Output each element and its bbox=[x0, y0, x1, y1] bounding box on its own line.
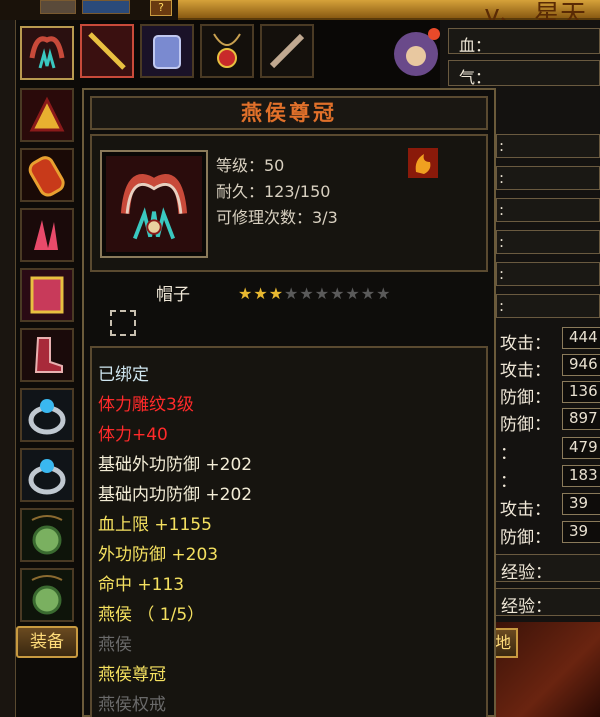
star-empty-icon: ★ bbox=[299, 284, 315, 303]
star-empty-icon: ★ bbox=[360, 284, 377, 303]
misc-stat: ： 183 bbox=[498, 464, 600, 492]
attribute-line: 燕侯尊冠 bbox=[98, 665, 166, 685]
item-large-icon bbox=[100, 150, 208, 258]
attack-stat: 攻击： 444 bbox=[498, 326, 600, 354]
qi-field: 气： bbox=[448, 60, 600, 87]
stat-colon-row: : bbox=[496, 230, 600, 254]
blade-slot[interactable] bbox=[80, 24, 134, 78]
attribute-line: 命中 +113 bbox=[98, 575, 185, 595]
fire-element-icon bbox=[408, 148, 438, 178]
attribute-line: 燕侯 （ 1/5） bbox=[98, 605, 205, 625]
jade-pendant-icon bbox=[22, 510, 72, 560]
helmet-icon bbox=[22, 28, 72, 78]
help-button[interactable]: ? bbox=[150, 0, 172, 16]
dagger-icon bbox=[262, 26, 312, 76]
necklace-icon bbox=[202, 26, 252, 76]
stat-colon-row: : bbox=[496, 198, 600, 222]
ring2-slot[interactable] bbox=[20, 448, 74, 502]
ring-icon bbox=[22, 450, 72, 500]
top-bar: ? v、 星天 bbox=[0, 0, 600, 30]
portrait-mini-icon bbox=[40, 0, 76, 14]
star-empty-icon: ★ bbox=[345, 284, 361, 303]
boots-slot[interactable] bbox=[20, 328, 74, 382]
bracer-icon bbox=[22, 150, 72, 200]
item-durability: 耐久：123/150 bbox=[216, 182, 331, 201]
item-header: 等级：50 耐久：123/150 可修理次数：3/3 bbox=[90, 134, 488, 272]
bracer-slot[interactable] bbox=[20, 148, 74, 202]
boots-icon bbox=[22, 330, 72, 380]
star-rating: ★★★★★★★★★★ bbox=[238, 284, 391, 303]
attribute-line: 体力+40 bbox=[98, 425, 168, 445]
defense-stat: 防御： 39 bbox=[498, 520, 600, 548]
star-filled-icon: ★ bbox=[268, 284, 285, 303]
amulet1-slot[interactable] bbox=[20, 508, 74, 562]
star-empty-icon: ★ bbox=[284, 284, 300, 303]
attribute-line: 燕侯 bbox=[98, 635, 132, 655]
hp-field: 血： bbox=[448, 28, 600, 55]
glove-slot[interactable] bbox=[20, 208, 74, 262]
armor-top-slot[interactable] bbox=[140, 24, 194, 78]
item-attributes: 已绑定体力雕纹3级 体力+40 基础外功防御 +202 基础内功防御 +202 血上限 … bbox=[90, 346, 488, 717]
attribute-line: 体力雕纹3级 bbox=[98, 395, 194, 415]
armor-icon bbox=[22, 270, 72, 320]
equipment-tab[interactable]: 装备 bbox=[16, 626, 78, 658]
bag-mini-icon[interactable] bbox=[82, 0, 130, 14]
item-tooltip: 燕侯尊冠 等级：50 耐久：123/150 可修理次数：3/3 帽子 ★★★★★… bbox=[82, 88, 496, 717]
hp-label: 血： bbox=[459, 36, 492, 55]
item-name: 燕侯尊冠 bbox=[241, 100, 337, 125]
equipment-slot-column bbox=[16, 20, 80, 717]
empty-socket bbox=[110, 310, 136, 336]
item-level: 等级：50 bbox=[216, 156, 285, 175]
left-rail bbox=[0, 20, 16, 717]
attribute-line: 基础外功防御 +202 bbox=[98, 455, 253, 475]
necklace-slot[interactable] bbox=[200, 24, 254, 78]
title-banner: v、 星天 bbox=[178, 0, 600, 30]
attack-stat: 攻击： 946 bbox=[498, 353, 600, 381]
item-title-bar: 燕侯尊冠 bbox=[90, 96, 488, 130]
attribute-line: 血上限 +1155 bbox=[98, 515, 212, 535]
stat-colon-row: : bbox=[496, 294, 600, 318]
defense-stat: 防御： 136 bbox=[498, 380, 600, 408]
star-empty-icon: ★ bbox=[314, 284, 331, 303]
attribute-line: 燕侯权戒 bbox=[98, 695, 166, 715]
jade-pendant-icon bbox=[22, 570, 72, 620]
star-filled-icon: ★ bbox=[238, 284, 254, 303]
exp-field: 经验： bbox=[494, 588, 600, 617]
attribute-line: 基础内功防御 +202 bbox=[98, 485, 253, 505]
defense-stat: 防御： 897 bbox=[498, 407, 600, 435]
exp-field: 经验： bbox=[494, 554, 600, 583]
qi-label: 气： bbox=[459, 68, 492, 87]
stat-colon-row: : bbox=[496, 166, 600, 190]
item-type: 帽子 bbox=[156, 285, 190, 305]
item-repairs: 可修理次数：3/3 bbox=[216, 208, 338, 227]
character-portrait bbox=[388, 24, 444, 80]
armor-icon bbox=[142, 26, 192, 76]
crown-icon bbox=[106, 156, 202, 252]
misc-stat: ： 479 bbox=[498, 436, 600, 464]
dagger-slot[interactable] bbox=[260, 24, 314, 78]
armor-slot[interactable] bbox=[20, 268, 74, 322]
belt-slot[interactable] bbox=[20, 88, 74, 142]
stat-colon-row: : bbox=[496, 262, 600, 286]
ring1-slot[interactable] bbox=[20, 388, 74, 442]
ring-icon bbox=[22, 390, 72, 440]
star-empty-icon: ★ bbox=[376, 284, 392, 303]
attack-stat: 攻击： 39 bbox=[498, 492, 600, 520]
hat-icon bbox=[22, 90, 72, 140]
glove-icon bbox=[22, 210, 72, 260]
item-type-row: 帽子 ★★★★★★★★★★ bbox=[90, 278, 488, 338]
amulet2-slot[interactable] bbox=[20, 568, 74, 622]
attribute-line: 已绑定 bbox=[98, 365, 149, 385]
star-filled-icon: ★ bbox=[253, 284, 269, 303]
blade-icon bbox=[82, 26, 132, 76]
star-empty-icon: ★ bbox=[330, 284, 346, 303]
attribute-line: 外功防御 +203 bbox=[98, 545, 219, 565]
helmet-slot[interactable] bbox=[20, 26, 74, 80]
stat-colon-row: : bbox=[496, 134, 600, 158]
